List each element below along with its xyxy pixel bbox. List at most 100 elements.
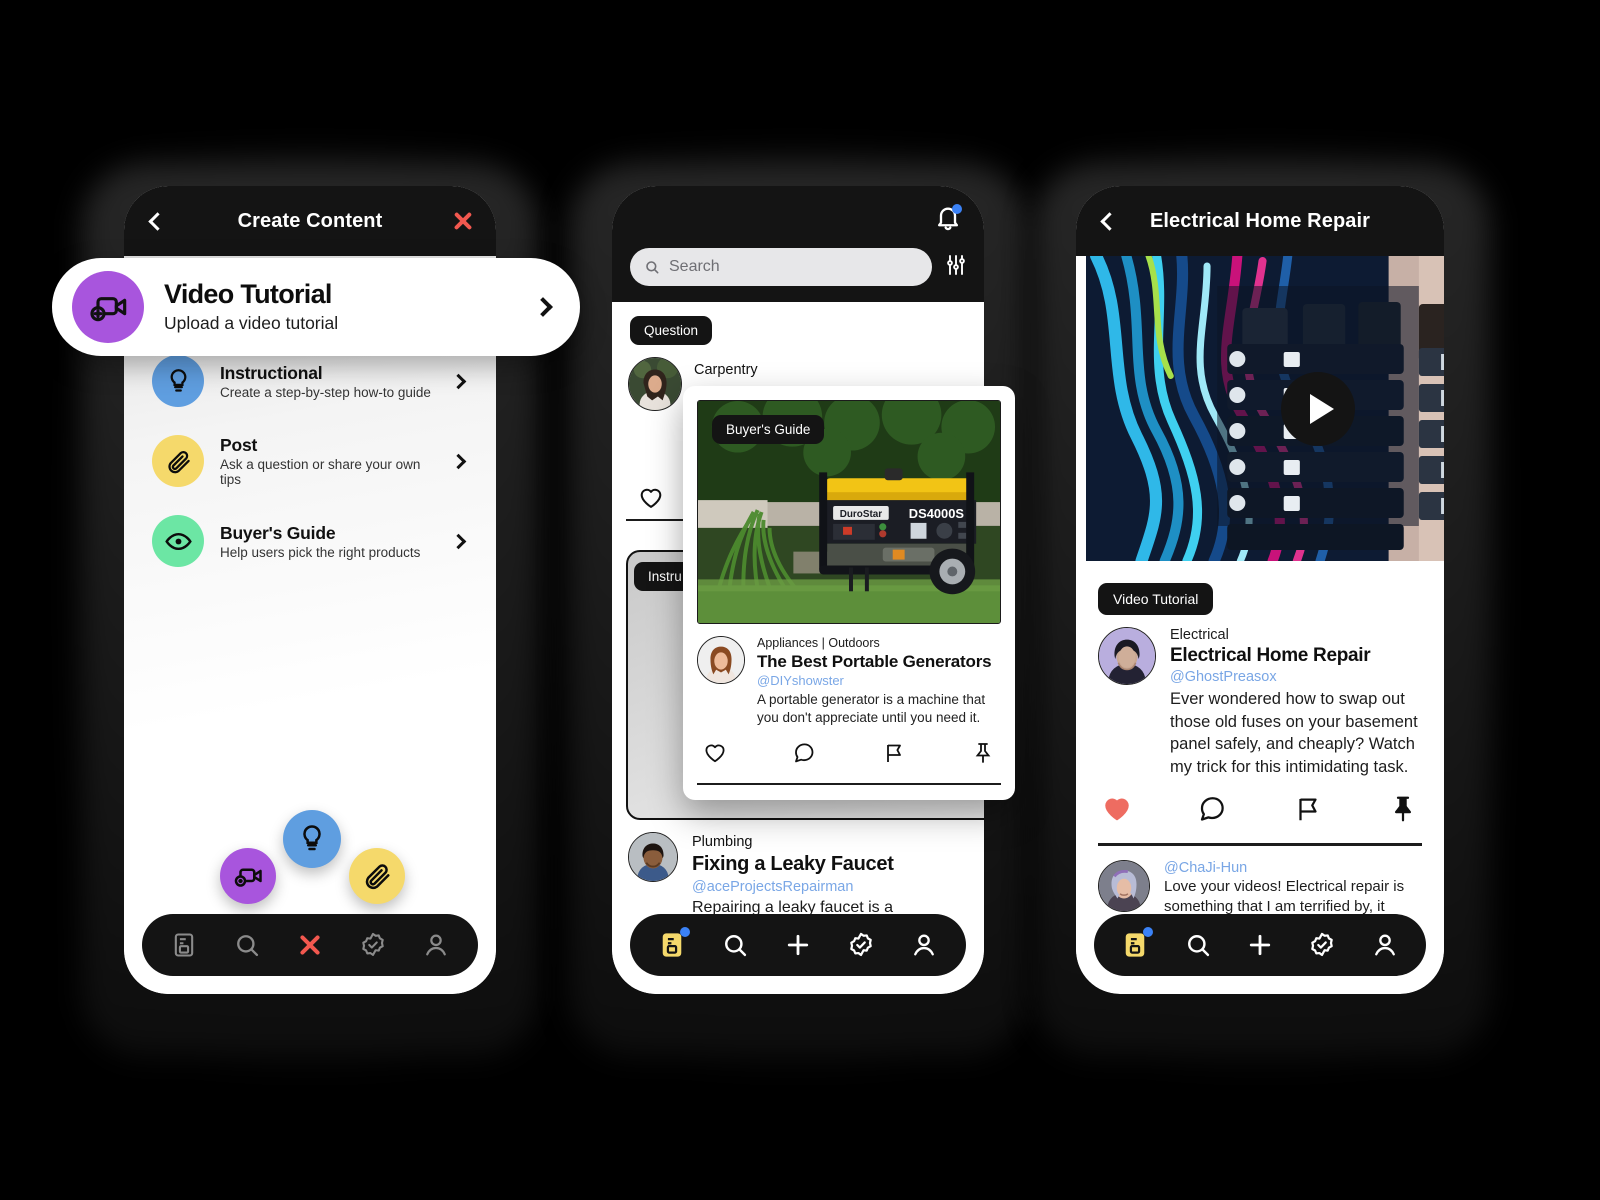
play-icon xyxy=(1309,393,1334,424)
buyers-guide-floating-card[interactable]: Buyer's Guide DuroStar DS4000S Appliance… xyxy=(683,386,1015,800)
video-plus-icon xyxy=(234,868,262,887)
pin-icon xyxy=(975,743,991,763)
heart-filled-icon xyxy=(1105,798,1129,821)
list-item-subtitle: Help users pick the right products xyxy=(220,544,421,560)
avatar xyxy=(628,832,678,882)
notification-dot xyxy=(952,204,962,214)
pin-button[interactable] xyxy=(1388,794,1418,829)
video-player[interactable] xyxy=(1086,256,1444,561)
flag-icon xyxy=(1299,798,1317,821)
search-placeholder: Search xyxy=(669,258,720,275)
comment-handle[interactable]: @ChaJi-Hun xyxy=(1164,860,1422,876)
play-button[interactable] xyxy=(1281,371,1355,446)
notification-dot xyxy=(679,927,690,937)
paperclip-icon xyxy=(152,435,204,487)
like-button[interactable] xyxy=(638,485,664,516)
fab-video-tutorial[interactable] xyxy=(220,848,276,904)
search-input[interactable]: Search xyxy=(630,248,932,286)
comment-button[interactable] xyxy=(1197,794,1227,829)
chevron-right-icon xyxy=(533,297,553,317)
nav-search-icon[interactable] xyxy=(1181,928,1215,962)
avatar xyxy=(697,636,745,684)
post-meta: Electrical Electrical Home Repair @Ghost… xyxy=(1098,627,1422,778)
post-body: Ever wondered how to swap out those old … xyxy=(1170,690,1418,776)
phone-1-bottom-nav xyxy=(142,914,478,976)
search-icon xyxy=(646,261,659,274)
divider xyxy=(697,782,1001,785)
search-row: Search xyxy=(630,248,968,286)
pin-button[interactable] xyxy=(971,741,995,770)
nav-verified-badge-icon[interactable] xyxy=(1305,928,1339,962)
close-icon[interactable] xyxy=(452,210,474,232)
post-category: Electrical xyxy=(1170,627,1229,643)
flag-button[interactable] xyxy=(882,741,906,770)
page-title: Electrical Home Repair xyxy=(1149,209,1371,232)
post-category: Plumbing xyxy=(692,834,753,850)
fab-post[interactable] xyxy=(349,848,405,904)
flag-button[interactable] xyxy=(1293,794,1323,829)
content-type-list: Instructional Create a step-by-step how-… xyxy=(124,256,496,994)
list-item-title: Buyer's Guide xyxy=(220,522,336,543)
heart-outline-icon xyxy=(640,488,662,508)
list-item-subtitle: Ask a question or share your own tips xyxy=(220,457,421,487)
post-plumbing[interactable]: Plumbing Fixing a Leaky Faucet @aceProje… xyxy=(692,834,970,917)
svg-text:DS4000S: DS4000S xyxy=(909,506,965,521)
pin-icon xyxy=(1394,797,1411,822)
chevron-right-icon xyxy=(450,533,467,549)
nav-plus-icon[interactable] xyxy=(1243,928,1277,962)
nav-person-icon[interactable] xyxy=(907,928,941,962)
sliders-icon[interactable] xyxy=(944,253,968,282)
nav-person-icon[interactable] xyxy=(419,928,453,962)
create-content-header: Create Content xyxy=(124,186,496,256)
mockup-stage: Create Content Instructional Create a st… xyxy=(0,0,1600,1200)
nav-search-icon[interactable] xyxy=(718,928,752,962)
list-item[interactable] xyxy=(628,832,678,882)
post-handle[interactable]: @DIYshowster xyxy=(757,673,1001,688)
post-actions xyxy=(697,741,1001,770)
card-subtitle: Upload a video tutorial xyxy=(164,312,339,333)
phone-2-bottom-nav xyxy=(630,914,966,976)
list-item-post[interactable]: Post Ask a question or share your own ti… xyxy=(124,421,496,501)
phone-3-bottom-nav xyxy=(1094,914,1426,976)
card-title: Video Tutorial xyxy=(164,279,332,310)
svg-text:DuroStar: DuroStar xyxy=(840,509,883,520)
chevron-right-icon xyxy=(450,373,467,389)
nav-plus-icon[interactable] xyxy=(781,928,815,962)
comment-button[interactable] xyxy=(792,741,816,770)
post-title: Fixing a Leaky Faucet xyxy=(692,853,894,875)
nav-feed-icon[interactable] xyxy=(655,927,690,962)
nav-close-icon[interactable] xyxy=(293,928,327,962)
like-button[interactable] xyxy=(703,741,727,770)
comment-icon xyxy=(1201,797,1225,821)
list-item-title: Post xyxy=(220,435,258,455)
fab-instructional[interactable] xyxy=(283,810,341,868)
nav-search-icon[interactable] xyxy=(230,928,264,962)
bell-icon[interactable] xyxy=(934,204,962,237)
list-item-buyers-guide[interactable]: Buyer's Guide Help users pick the right … xyxy=(124,501,496,581)
phone-3-screen: Electrical Home Repair Video Tutorial El… xyxy=(1076,186,1444,994)
divider xyxy=(1098,843,1422,846)
post-handle[interactable]: @GhostPreasox xyxy=(1170,669,1422,685)
nav-verified-badge-icon[interactable] xyxy=(844,928,878,962)
nav-person-icon[interactable] xyxy=(1368,928,1402,962)
badge-question: Question xyxy=(630,316,713,345)
video-tutorial-featured-card[interactable]: Video Tutorial Upload a video tutorial xyxy=(52,258,580,356)
post-category: Carpentry xyxy=(694,362,758,378)
post-actions xyxy=(1098,794,1422,829)
list-item-subtitle: Create a step-by-step how-to guide xyxy=(220,384,431,400)
comment-icon xyxy=(795,743,814,763)
nav-feed-icon[interactable] xyxy=(1118,927,1154,962)
eye-icon xyxy=(152,515,204,567)
phone-3-post-detail: Electrical Home Repair Video Tutorial El… xyxy=(1076,186,1444,994)
nav-verified-badge-icon[interactable] xyxy=(356,928,390,962)
flag-icon xyxy=(886,744,901,762)
list-item[interactable] xyxy=(628,357,682,411)
post-title: The Best Portable Generators xyxy=(757,652,992,671)
post-handle[interactable]: @aceProjectsRepairman xyxy=(692,879,970,895)
post-detail-body: Video Tutorial Electrical Electrical Hom… xyxy=(1076,561,1444,954)
nav-feed-icon[interactable] xyxy=(167,928,201,962)
like-button[interactable] xyxy=(1102,794,1132,829)
chevron-right-icon xyxy=(450,453,467,469)
list-item-title: Instructional xyxy=(220,362,323,383)
post-title: Electrical Home Repair xyxy=(1170,645,1371,666)
